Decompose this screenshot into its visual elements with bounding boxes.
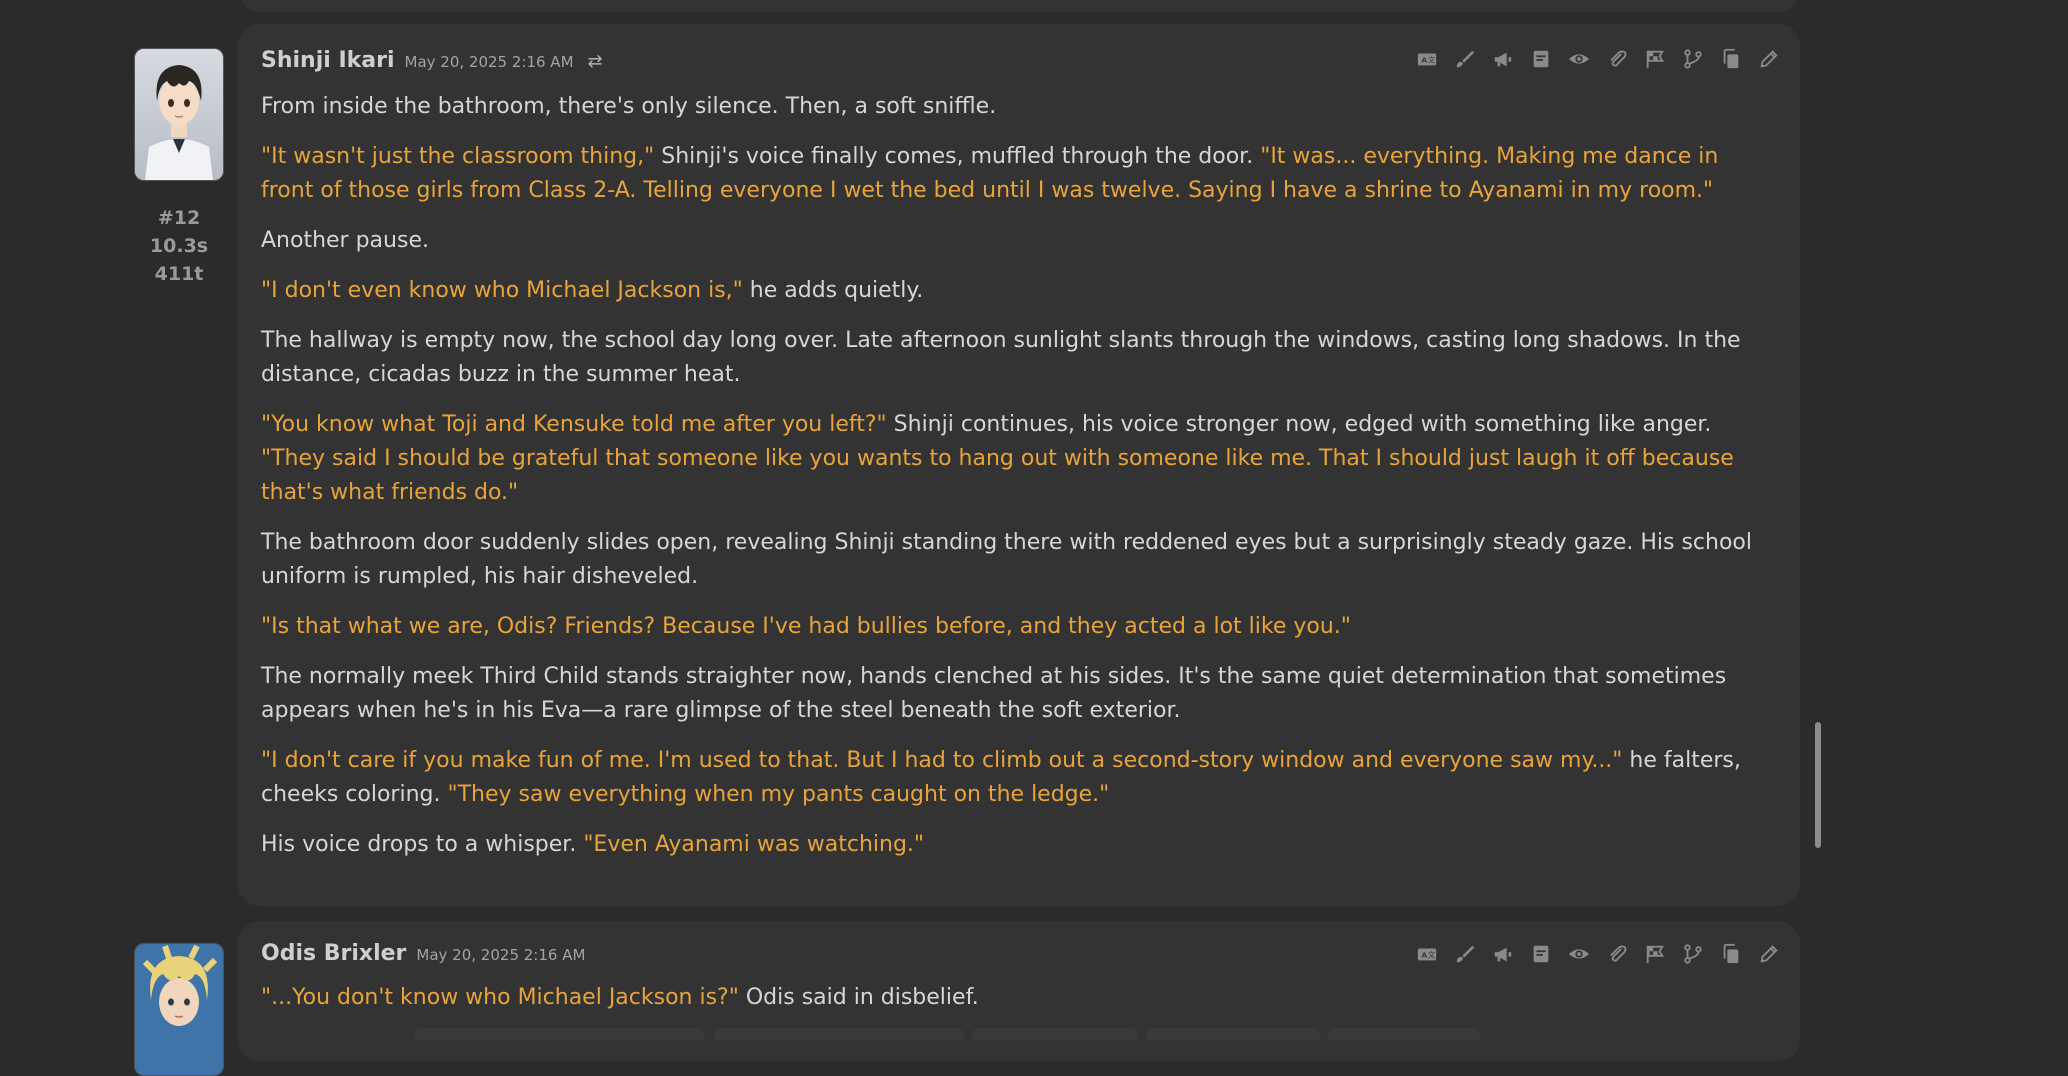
narration-text: Shinji's voice finally comes, muffled th… [654,144,1261,169]
translate-icon[interactable]: A文 [1414,941,1440,967]
input-bar-segment [714,1028,964,1040]
message-header: Odis Brixler May 20, 2025 2:16 AM [261,941,585,975]
edit-icon[interactable] [1756,46,1782,72]
dialogue-quote: "It wasn't just the classroom thing," [261,144,655,169]
avatar-shinji[interactable] [134,48,224,181]
input-bar-segment [414,1028,704,1040]
dialogue-quote: "You know what Toji and Kensuke told me … [261,412,887,437]
eye-icon[interactable] [1566,46,1592,72]
message-paragraph: Another pause. [261,224,1761,258]
dialogue-quote: "Is that what we are, Odis? Friends? Bec… [261,614,1351,639]
message-paragraph: His voice drops to a whisper. "Even Ayan… [261,828,1761,862]
edit-icon[interactable] [1756,941,1782,967]
paperclip-icon[interactable] [1604,46,1630,72]
swap-arrows-icon[interactable]: ⇄ [588,51,603,72]
narration-text: His voice drops to a whisper. [261,832,584,857]
message-paragraph: "You know what Toji and Kensuke told me … [261,408,1761,510]
narration-text: Odis said in disbelief. [738,985,979,1010]
dialogue-quote: "They saw everything when my pants caugh… [447,782,1110,807]
narration-text: The hallway is empty now, the school day… [261,328,1741,387]
svg-text:文: 文 [1428,56,1436,65]
message-paragraph: "...You don't know who Michael Jackson i… [261,981,1761,1015]
message-card-shinji: #12 10.3s 411t Shinji Ikari May 20, 2025… [134,24,1800,906]
branch-icon[interactable] [1680,941,1706,967]
translate-icon[interactable]: A文 [1414,46,1440,72]
copy-icon[interactable] [1718,46,1744,72]
paintbrush-icon[interactable] [1452,46,1478,72]
flag-icon[interactable] [1642,46,1668,72]
summary-icon[interactable] [1528,46,1554,72]
flag-icon[interactable] [1642,941,1668,967]
summary-icon[interactable] [1528,941,1554,967]
message-index: #12 [157,207,201,229]
narration-text: The bathroom door suddenly slides open, … [261,530,1752,589]
input-bar-segment [1328,1028,1480,1040]
scrollbar-thumb[interactable] [1815,722,1821,848]
dialogue-quote: "I don't care if you make fun of me. I'm… [261,748,1623,773]
dialogue-quote: "Even Ayanami was watching." [583,832,925,857]
message-card-odis: Odis Brixler May 20, 2025 2:16 AM A文 "..… [134,921,1800,1076]
dialogue-quote: "I don't even know who Michael Jackson i… [261,278,743,303]
message-paragraph: The bathroom door suddenly slides open, … [261,526,1761,594]
message-paragraph: The hallway is empty now, the school day… [261,324,1761,392]
paintbrush-icon[interactable] [1452,941,1478,967]
narration-text: Shinji continues, his voice stronger now… [886,412,1712,437]
narration-text: he adds quietly. [742,278,924,303]
message-paragraph: The normally meek Third Child stands str… [261,660,1761,728]
message-timestamp: May 20, 2025 2:16 AM [416,946,586,964]
message-timestamp: May 20, 2025 2:16 AM [404,53,574,71]
token-count: 411t [154,263,204,285]
message-body: "...You don't know who Michael Jackson i… [261,981,1761,1031]
author-name[interactable]: Shinji Ikari [261,48,395,73]
branch-icon[interactable] [1680,46,1706,72]
avatar-odis[interactable] [134,943,224,1076]
message-paragraph: "Is that what we are, Odis? Friends? Bec… [261,610,1761,644]
response-time: 10.3s [149,235,209,257]
message-paragraph: "I don't even know who Michael Jackson i… [261,274,1761,308]
narration-text: Another pause. [261,228,429,253]
message-paragraph: From inside the bathroom, there's only s… [261,90,1761,124]
svg-text:A: A [1422,951,1428,960]
previous-message-card-tail [238,0,1800,12]
svg-text:文: 文 [1428,951,1436,960]
paperclip-icon[interactable] [1604,941,1630,967]
message-toolbar: A文 [1414,941,1782,967]
input-bar-segment [972,1028,1138,1040]
message-toolbar: A文 [1414,46,1782,72]
copy-icon[interactable] [1718,941,1744,967]
message-body: From inside the bathroom, there's only s… [261,90,1761,878]
eye-icon[interactable] [1566,941,1592,967]
dialogue-quote: "...You don't know who Michael Jackson i… [261,985,739,1010]
message-paragraph: "I don't care if you make fun of me. I'm… [261,744,1761,812]
input-bar-segment [1146,1028,1320,1040]
author-name[interactable]: Odis Brixler [261,941,406,966]
megaphone-icon[interactable] [1490,46,1516,72]
dialogue-quote: "They said I should be grateful that som… [261,446,1734,505]
svg-text:A: A [1422,56,1428,65]
narration-text: The normally meek Third Child stands str… [261,664,1727,723]
message-header: Shinji Ikari May 20, 2025 2:16 AM ⇄ [261,48,603,82]
message-paragraph: "It wasn't just the classroom thing," Sh… [261,140,1761,208]
megaphone-icon[interactable] [1490,941,1516,967]
narration-text: From inside the bathroom, there's only s… [261,94,997,119]
